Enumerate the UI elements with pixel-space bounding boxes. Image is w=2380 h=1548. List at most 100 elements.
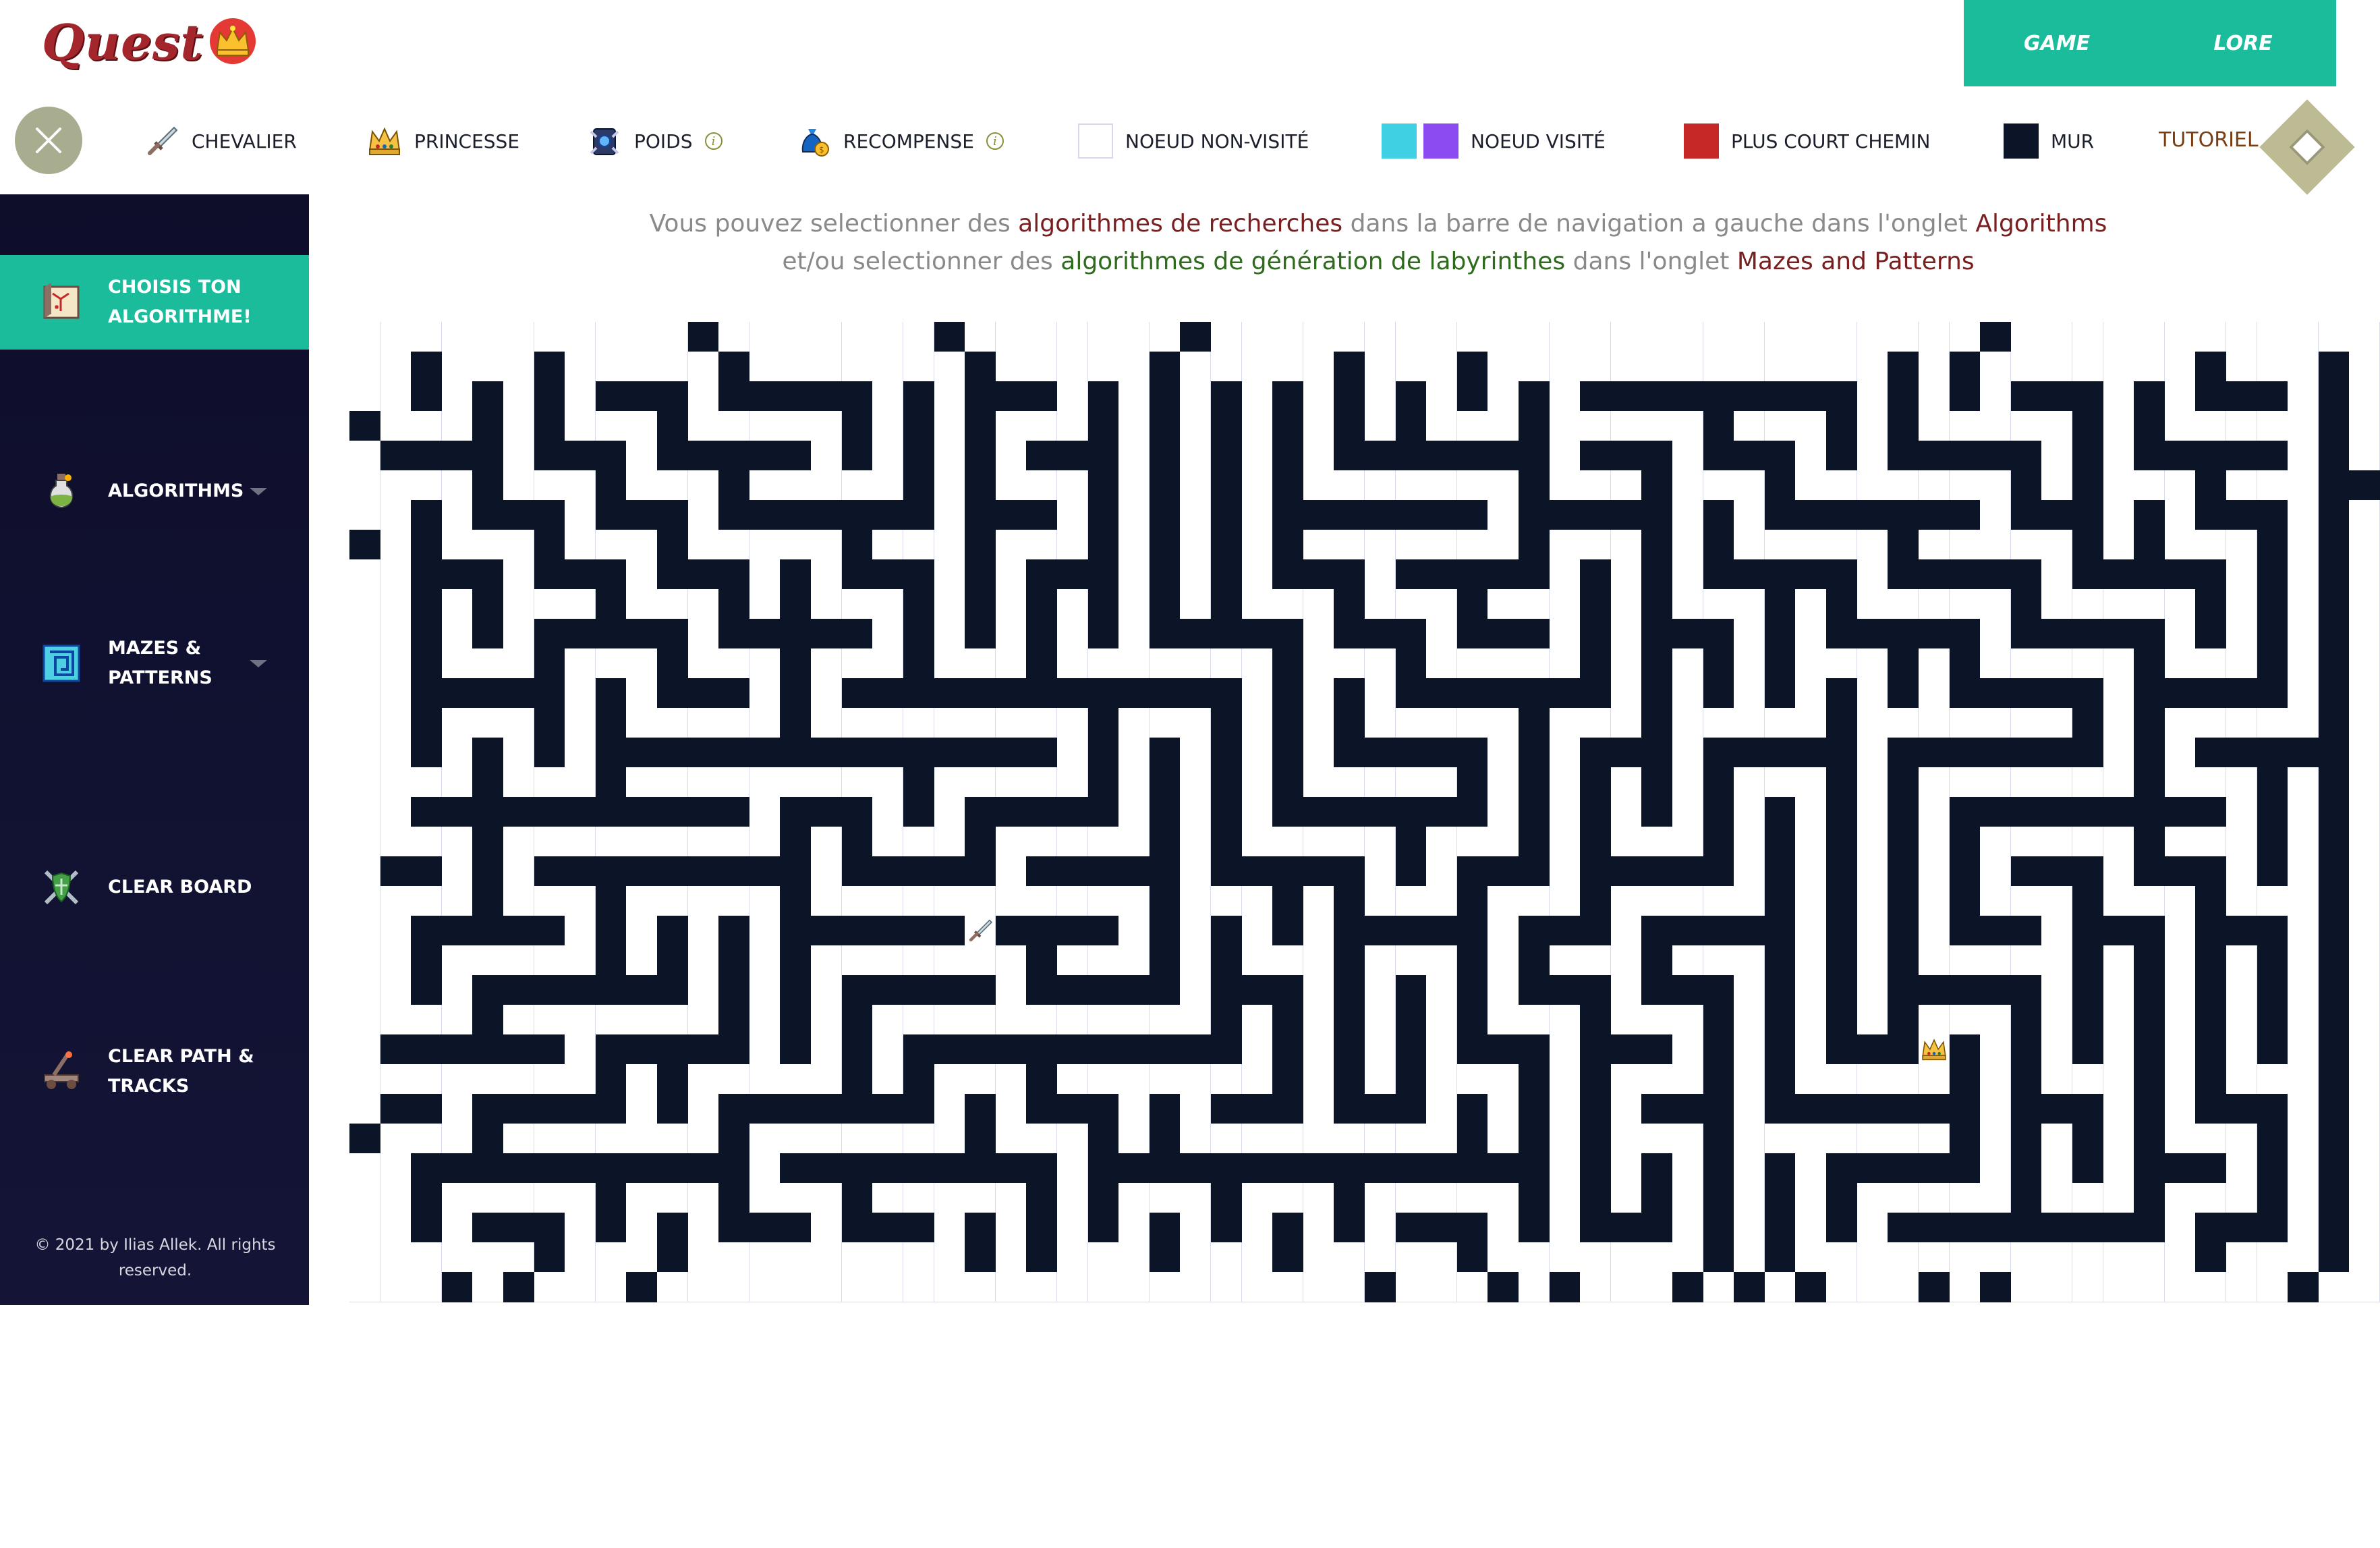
grid-cell[interactable] [903,886,934,916]
grid-cell[interactable] [1426,530,1458,560]
grid-cell[interactable] [1180,1272,1212,1302]
grid-cell[interactable] [441,1242,473,1273]
grid-cell-wall[interactable] [718,589,750,619]
grid-cell[interactable] [380,1183,412,1213]
grid-cell[interactable] [2349,708,2380,738]
grid-cell[interactable] [2226,1153,2258,1184]
grid-cell[interactable] [965,945,996,976]
grid-cell-wall[interactable] [1456,441,1488,471]
grid-cell-wall[interactable] [1272,1242,1304,1273]
grid-cell[interactable] [1641,411,1673,441]
grid-cell[interactable] [2134,1272,2165,1302]
grid-cell[interactable] [934,411,965,441]
grid-cell[interactable] [534,470,565,501]
grid-cell[interactable] [934,1094,965,1124]
grid-cell[interactable] [1795,945,1827,976]
grid-cell-wall[interactable] [780,1094,812,1124]
grid-cell-wall[interactable] [1488,619,1519,649]
grid-cell-wall[interactable] [1888,441,1919,471]
grid-cell-wall[interactable] [1703,856,1734,887]
grid-cell-wall[interactable] [2226,1213,2258,1243]
grid-cell[interactable] [1087,886,1119,916]
grid-cell[interactable] [2103,856,2134,887]
grid-cell[interactable] [2195,648,2227,679]
grid-cell[interactable] [565,708,596,738]
grid-cell-wall[interactable] [1087,1183,1119,1213]
grid-cell-wall[interactable] [472,589,504,619]
grid-cell[interactable] [1918,381,1950,412]
grid-cell[interactable] [380,738,412,768]
grid-cell-wall[interactable] [1641,856,1673,887]
grid-cell[interactable] [1488,1183,1519,1213]
grid-cell[interactable] [903,352,934,382]
grid-cell[interactable] [1918,470,1950,501]
grid-cell-wall[interactable] [472,1005,504,1035]
grid-cell[interactable] [411,1124,443,1154]
grid-cell-wall[interactable] [1456,1094,1488,1124]
grid-cell[interactable] [2164,945,2196,976]
grid-cell[interactable] [1426,1272,1458,1302]
grid-cell[interactable] [1980,767,2012,798]
grid-cell[interactable] [1303,827,1334,857]
grid-cell-wall[interactable] [1210,441,1243,471]
grid-cell-wall[interactable] [1519,678,1550,709]
grid-cell[interactable] [1488,738,1519,768]
grid-cell-wall[interactable] [1210,1034,1243,1065]
grid-cell[interactable] [1672,470,1704,501]
grid-cell-wall[interactable] [2134,1153,2165,1184]
grid-cell[interactable] [2349,827,2380,857]
grid-cell[interactable] [1549,411,1581,441]
grid-cell-wall[interactable] [2195,886,2227,916]
grid-cell-wall[interactable] [934,678,965,709]
grid-cell[interactable] [1241,1213,1273,1243]
grid-cell[interactable] [1395,470,1427,501]
grid-cell[interactable] [2041,648,2073,679]
grid-cell[interactable] [1303,708,1334,738]
grid-cell[interactable] [1241,500,1273,530]
grid-cell[interactable] [1026,1005,1058,1035]
grid-cell[interactable] [841,470,873,501]
grid-cell-wall[interactable] [780,945,812,976]
grid-cell[interactable] [1426,975,1458,1005]
grid-cell-wall[interactable] [965,1242,996,1273]
grid-cell-wall[interactable] [1764,381,1796,412]
grid-cell[interactable] [1519,648,1550,679]
grid-cell-wall[interactable] [872,500,904,530]
grid-cell[interactable] [1395,945,1427,976]
grid-cell[interactable] [2226,619,2258,649]
grid-cell[interactable] [1580,470,1612,501]
grid-cell[interactable] [1549,530,1581,560]
grid-cell[interactable] [380,916,412,946]
grid-cell[interactable] [1180,441,1212,471]
grid-cell[interactable] [349,352,381,382]
grid-cell[interactable] [2041,559,2073,590]
grid-cell-wall[interactable] [534,352,565,382]
grid-cell[interactable] [1241,738,1273,768]
grid-cell-wall[interactable] [1980,322,2012,352]
grid-cell[interactable] [1303,738,1334,768]
grid-cell[interactable] [1488,827,1519,857]
grid-cell-wall[interactable] [1519,1034,1550,1065]
grid-cell[interactable] [718,411,750,441]
grid-cell[interactable] [1118,1124,1150,1154]
grid-cell-wall[interactable] [472,767,504,798]
grid-cell-wall[interactable] [2257,1124,2288,1154]
grid-cell[interactable] [1580,322,1612,352]
grid-cell[interactable] [1241,767,1273,798]
grid-cell-wall[interactable] [1456,352,1488,382]
grid-cell[interactable] [1488,589,1519,619]
grid-cell[interactable] [1826,530,1858,560]
grid-cell-wall[interactable] [1426,738,1458,768]
grid-cell-wall[interactable] [626,1153,658,1184]
grid-cell-wall[interactable] [872,856,904,887]
grid-cell[interactable] [1334,827,1365,857]
grid-cell[interactable] [2349,797,2380,827]
grid-cell[interactable] [965,1064,996,1095]
grid-cell[interactable] [2041,1153,2073,1184]
grid-cell[interactable] [565,530,596,560]
grid-cell-wall[interactable] [1426,1213,1458,1243]
grid-cell-wall[interactable] [1764,1153,1796,1184]
grid-cell[interactable] [349,797,381,827]
grid-cell[interactable] [2226,945,2258,976]
grid-cell[interactable] [1118,738,1150,768]
